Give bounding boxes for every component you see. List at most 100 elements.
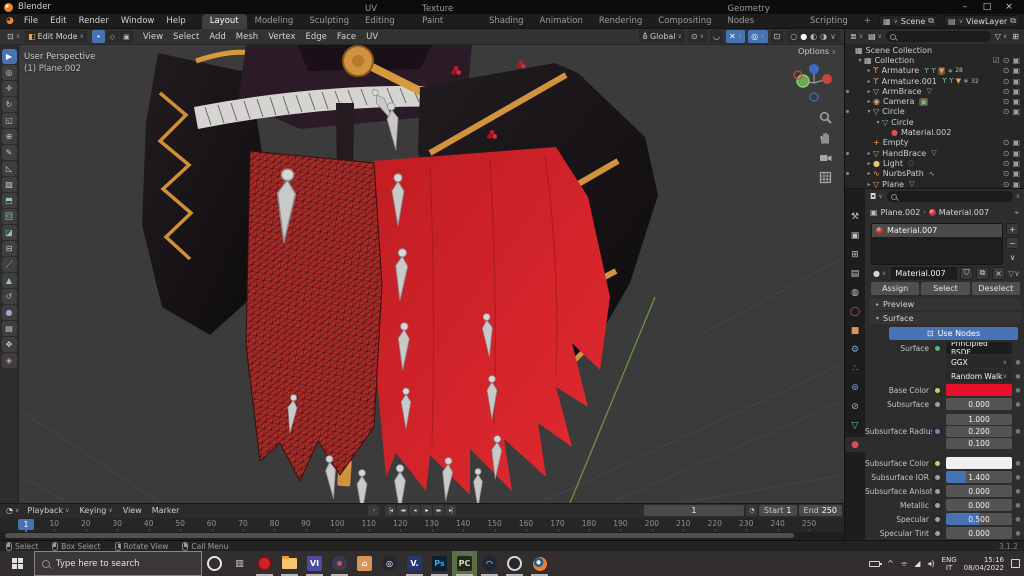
properties-options-icon[interactable]: ∨ (1016, 193, 1020, 200)
value-slider[interactable]: 0.100 (946, 438, 1012, 449)
sss-method-dropdown[interactable]: Random Walk∨ (946, 370, 1012, 382)
tool-knife[interactable]: ／ (2, 257, 17, 272)
disable-render-icon[interactable]: ▣ (1012, 56, 1020, 65)
menu-window[interactable]: Window (115, 14, 161, 29)
new-collection-button[interactable]: ⊞ (1011, 30, 1020, 43)
outliner-row-circle[interactable]: ▾▽Circle (845, 117, 1024, 127)
timeline-menu-playback[interactable]: Playback∨ (22, 506, 74, 515)
wireframe-shading-icon[interactable]: ○ (790, 32, 797, 41)
properties-tab-scene[interactable]: ◍ (845, 285, 865, 300)
disable-render-icon[interactable]: ▣ (1012, 107, 1020, 116)
vertex-select-button[interactable]: • (92, 30, 105, 43)
material-slot-item[interactable]: Material.007 (872, 224, 1002, 237)
workspace-tab-scripting[interactable]: Scripting (802, 14, 856, 29)
tool-edge-slide[interactable]: ▤ (2, 321, 17, 336)
viewport-menu-add[interactable]: Add (204, 32, 230, 42)
new-material-button[interactable]: ⧉ (976, 267, 989, 280)
timeline-editor-type-button[interactable]: ◔∨ (3, 504, 22, 517)
viewport-menu-view[interactable]: View (138, 32, 168, 42)
disable-render-icon[interactable]: ▣ (1012, 87, 1020, 96)
auto-keyframe-button[interactable]: ◦ (368, 505, 379, 516)
tool-rotate[interactable]: ↻ (2, 97, 17, 112)
properties-tab-object[interactable]: ■ (845, 323, 865, 338)
browse-material-button[interactable]: ●∨ (871, 267, 888, 280)
tool-move[interactable]: ✛ (2, 81, 17, 96)
nodes-filter-icon[interactable]: ▽∨ (1008, 269, 1020, 278)
expander-icon[interactable]: ▾ (865, 108, 873, 115)
viewport-menu-select[interactable]: Select (168, 32, 204, 42)
use-nodes-button[interactable]: ⊡ Use Nodes (889, 327, 1018, 340)
frame-start-field[interactable]: Start1 (759, 505, 797, 516)
expander-icon[interactable]: ▸ (865, 98, 873, 105)
properties-tab-material[interactable]: ● (845, 437, 865, 452)
tool-measure[interactable]: ◺ (2, 161, 17, 176)
use-preview-range-button[interactable]: ◔ (746, 505, 757, 516)
timeline-menu-marker[interactable]: Marker (147, 506, 185, 515)
solid-shading-icon[interactable]: ● (800, 32, 807, 41)
surface-panel-header[interactable]: ▾Surface (870, 312, 1021, 324)
socket-icon[interactable] (932, 458, 943, 469)
workspace-tab-compositing[interactable]: Compositing (650, 14, 719, 29)
viewport-menu-uv[interactable]: UV (361, 32, 383, 42)
taskbar-icon-ms-store[interactable]: ⌂ (352, 551, 377, 576)
taskbar-icon-visual-studio[interactable]: VI (302, 551, 327, 576)
current-frame-marker[interactable]: 1 (18, 519, 34, 530)
new-viewlayer-icon[interactable]: ⧉ (1010, 16, 1016, 26)
workspace-tab-shading[interactable]: Shading (481, 14, 532, 29)
tool-transform[interactable]: ⊕ (2, 129, 17, 144)
current-frame-field[interactable]: 1 (644, 505, 744, 516)
decorator-icon[interactable]: ● (1015, 516, 1021, 523)
menu-help[interactable]: Help (160, 14, 191, 29)
tool-smooth[interactable]: ● (2, 305, 17, 320)
disable-render-icon[interactable]: ▣ (1012, 169, 1020, 178)
proportional-editing-toggle[interactable]: ◎∨ (748, 30, 767, 43)
tool-shrink-fatten[interactable]: ✥ (2, 337, 17, 352)
outliner-row-armature[interactable]: ▸ϒArmatureϒϒ▼∗28⊙▣ (845, 66, 1024, 76)
outliner-row-empty[interactable]: +Empty⊙▣ (845, 138, 1024, 148)
decorator-icon[interactable]: ● (1015, 530, 1021, 537)
orientation-dropdown[interactable]: ⛢Global∨ (639, 30, 685, 43)
outliner-filter-button[interactable]: ▽∨ (994, 30, 1009, 43)
menu-edit[interactable]: Edit (44, 14, 72, 29)
viewport-menu-vertex[interactable]: Vertex (263, 32, 300, 42)
material-shading-icon[interactable]: ◐ (810, 32, 817, 41)
value-slider[interactable]: 1.000 (946, 414, 1012, 425)
pan-hand-icon[interactable] (819, 131, 832, 144)
decorator-icon[interactable]: ● (1015, 460, 1021, 467)
maximize-button[interactable]: □ (976, 0, 998, 14)
new-scene-icon[interactable]: ⧉ (928, 16, 934, 26)
viewport-menu-mesh[interactable]: Mesh (231, 32, 263, 42)
workspace-tab-rendering[interactable]: Rendering (591, 14, 650, 29)
snap-target-dropdown[interactable]: ✕∨ (726, 30, 745, 43)
tool-cursor[interactable]: ◎ (2, 65, 17, 80)
tool-extrude-region[interactable]: ⬒ (2, 193, 17, 208)
taskbar-icon-opera[interactable] (252, 551, 277, 576)
prev-keyframe-button[interactable]: ◂◂ (397, 505, 408, 516)
taskbar-icon-photoshop[interactable]: Ps (427, 551, 452, 576)
decorator-icon[interactable]: ● (1015, 401, 1021, 408)
outliner-row-scene-collection[interactable]: ▦Scene Collection (845, 45, 1024, 55)
outliner-row-circle[interactable]: ▾▽Circle⊙▣ (845, 107, 1024, 117)
properties-search-input[interactable] (887, 191, 1013, 202)
workspace-tab-geometry-nodes[interactable]: Geometry Nodes (720, 2, 802, 29)
tool-poly-build[interactable]: ▲ (2, 273, 17, 288)
tool-inset-faces[interactable]: 回 (2, 209, 17, 224)
outliner-row-nurbspath[interactable]: ▸∿NurbsPath∿⊙▣ (845, 169, 1024, 179)
hide-viewport-icon[interactable]: ⊙ (1003, 159, 1010, 168)
viewport-menu-face[interactable]: Face (332, 32, 361, 42)
properties-tab-tool[interactable]: ⚒ (845, 209, 865, 224)
hide-viewport-icon[interactable]: ⊙ (1003, 56, 1010, 65)
select-button[interactable]: Select (921, 282, 969, 295)
color-swatch[interactable] (946, 457, 1012, 469)
disable-render-icon[interactable]: ▣ (1012, 77, 1020, 86)
color-swatch[interactable] (946, 384, 1012, 396)
socket-icon[interactable] (932, 528, 943, 539)
editor-type-button[interactable]: ⊡∨ (4, 30, 23, 43)
material-name-field[interactable]: Material.007 (891, 267, 957, 280)
minimize-button[interactable]: – (954, 0, 976, 14)
expander-icon[interactable]: ▸ (865, 160, 873, 167)
disable-render-icon[interactable]: ▣ (1012, 138, 1020, 147)
pivot-dropdown[interactable]: ⊙∨ (688, 30, 707, 43)
socket-icon[interactable] (932, 385, 943, 396)
menu-render[interactable]: Render (73, 14, 115, 29)
